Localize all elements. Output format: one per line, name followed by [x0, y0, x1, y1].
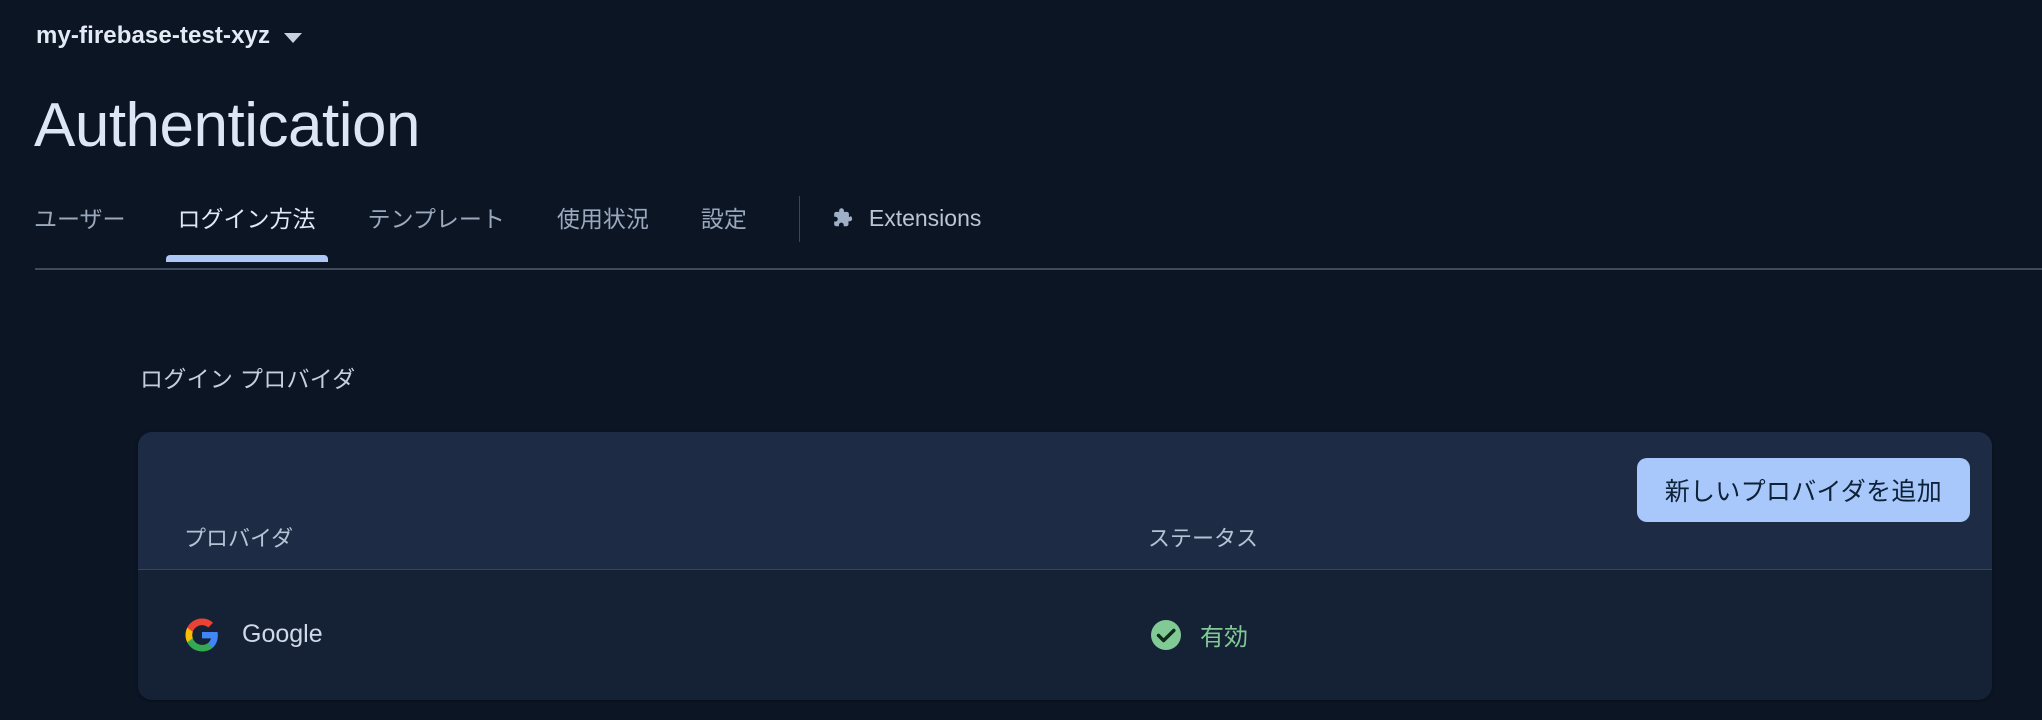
tab-bar: ユーザー ログイン方法 テンプレート 使用状況 設定 Extensions: [0, 196, 2042, 268]
tab-usage[interactable]: 使用状況: [531, 196, 675, 268]
table-column-headers: プロバイダ ステータス: [138, 521, 1992, 553]
project-selector[interactable]: my-firebase-test-xyz: [36, 22, 303, 50]
project-name: my-firebase-test-xyz: [36, 22, 271, 49]
puzzle-piece-icon: [834, 208, 853, 227]
add-new-provider-button[interactable]: 新しいプロバイダを追加: [1636, 458, 1970, 522]
providers-card: 新しいプロバイダを追加 プロバイダ ステータス Google 有効: [138, 432, 1992, 700]
cell-provider: Google: [138, 617, 1148, 653]
providers-card-header: 新しいプロバイダを追加 プロバイダ ステータス: [138, 432, 1992, 570]
tab-templates[interactable]: テンプレート: [342, 196, 531, 268]
column-header-provider: プロバイダ: [184, 526, 294, 551]
section-label-sign-in-providers: ログイン プロバイダ: [140, 366, 356, 392]
google-g-icon: [185, 618, 218, 651]
provider-name: Google: [242, 620, 323, 648]
tab-bar-divider: [35, 268, 2042, 270]
tab-list: ユーザー ログイン方法 テンプレート 使用状況 設定 Extensions: [34, 196, 1007, 268]
check-circle-icon: [1151, 619, 1181, 650]
tab-settings[interactable]: 設定: [675, 196, 773, 268]
status-badge: 有効: [1200, 624, 1248, 651]
tab-sign-in-method[interactable]: ログイン方法: [152, 196, 342, 268]
page-title: Authentication: [34, 91, 420, 160]
cell-status: 有効: [1148, 617, 1992, 653]
chevron-down-icon: [284, 32, 303, 43]
table-row[interactable]: Google 有効: [138, 570, 1992, 699]
tab-extensions[interactable]: Extensions: [802, 196, 1008, 240]
authentication-page: my-firebase-test-xyz Authentication ユーザー…: [0, 0, 2042, 720]
column-header-status: ステータス: [1148, 526, 1259, 551]
tab-extensions-label: Extensions: [868, 204, 982, 231]
tab-divider: [798, 196, 800, 242]
tab-users[interactable]: ユーザー: [34, 196, 152, 268]
